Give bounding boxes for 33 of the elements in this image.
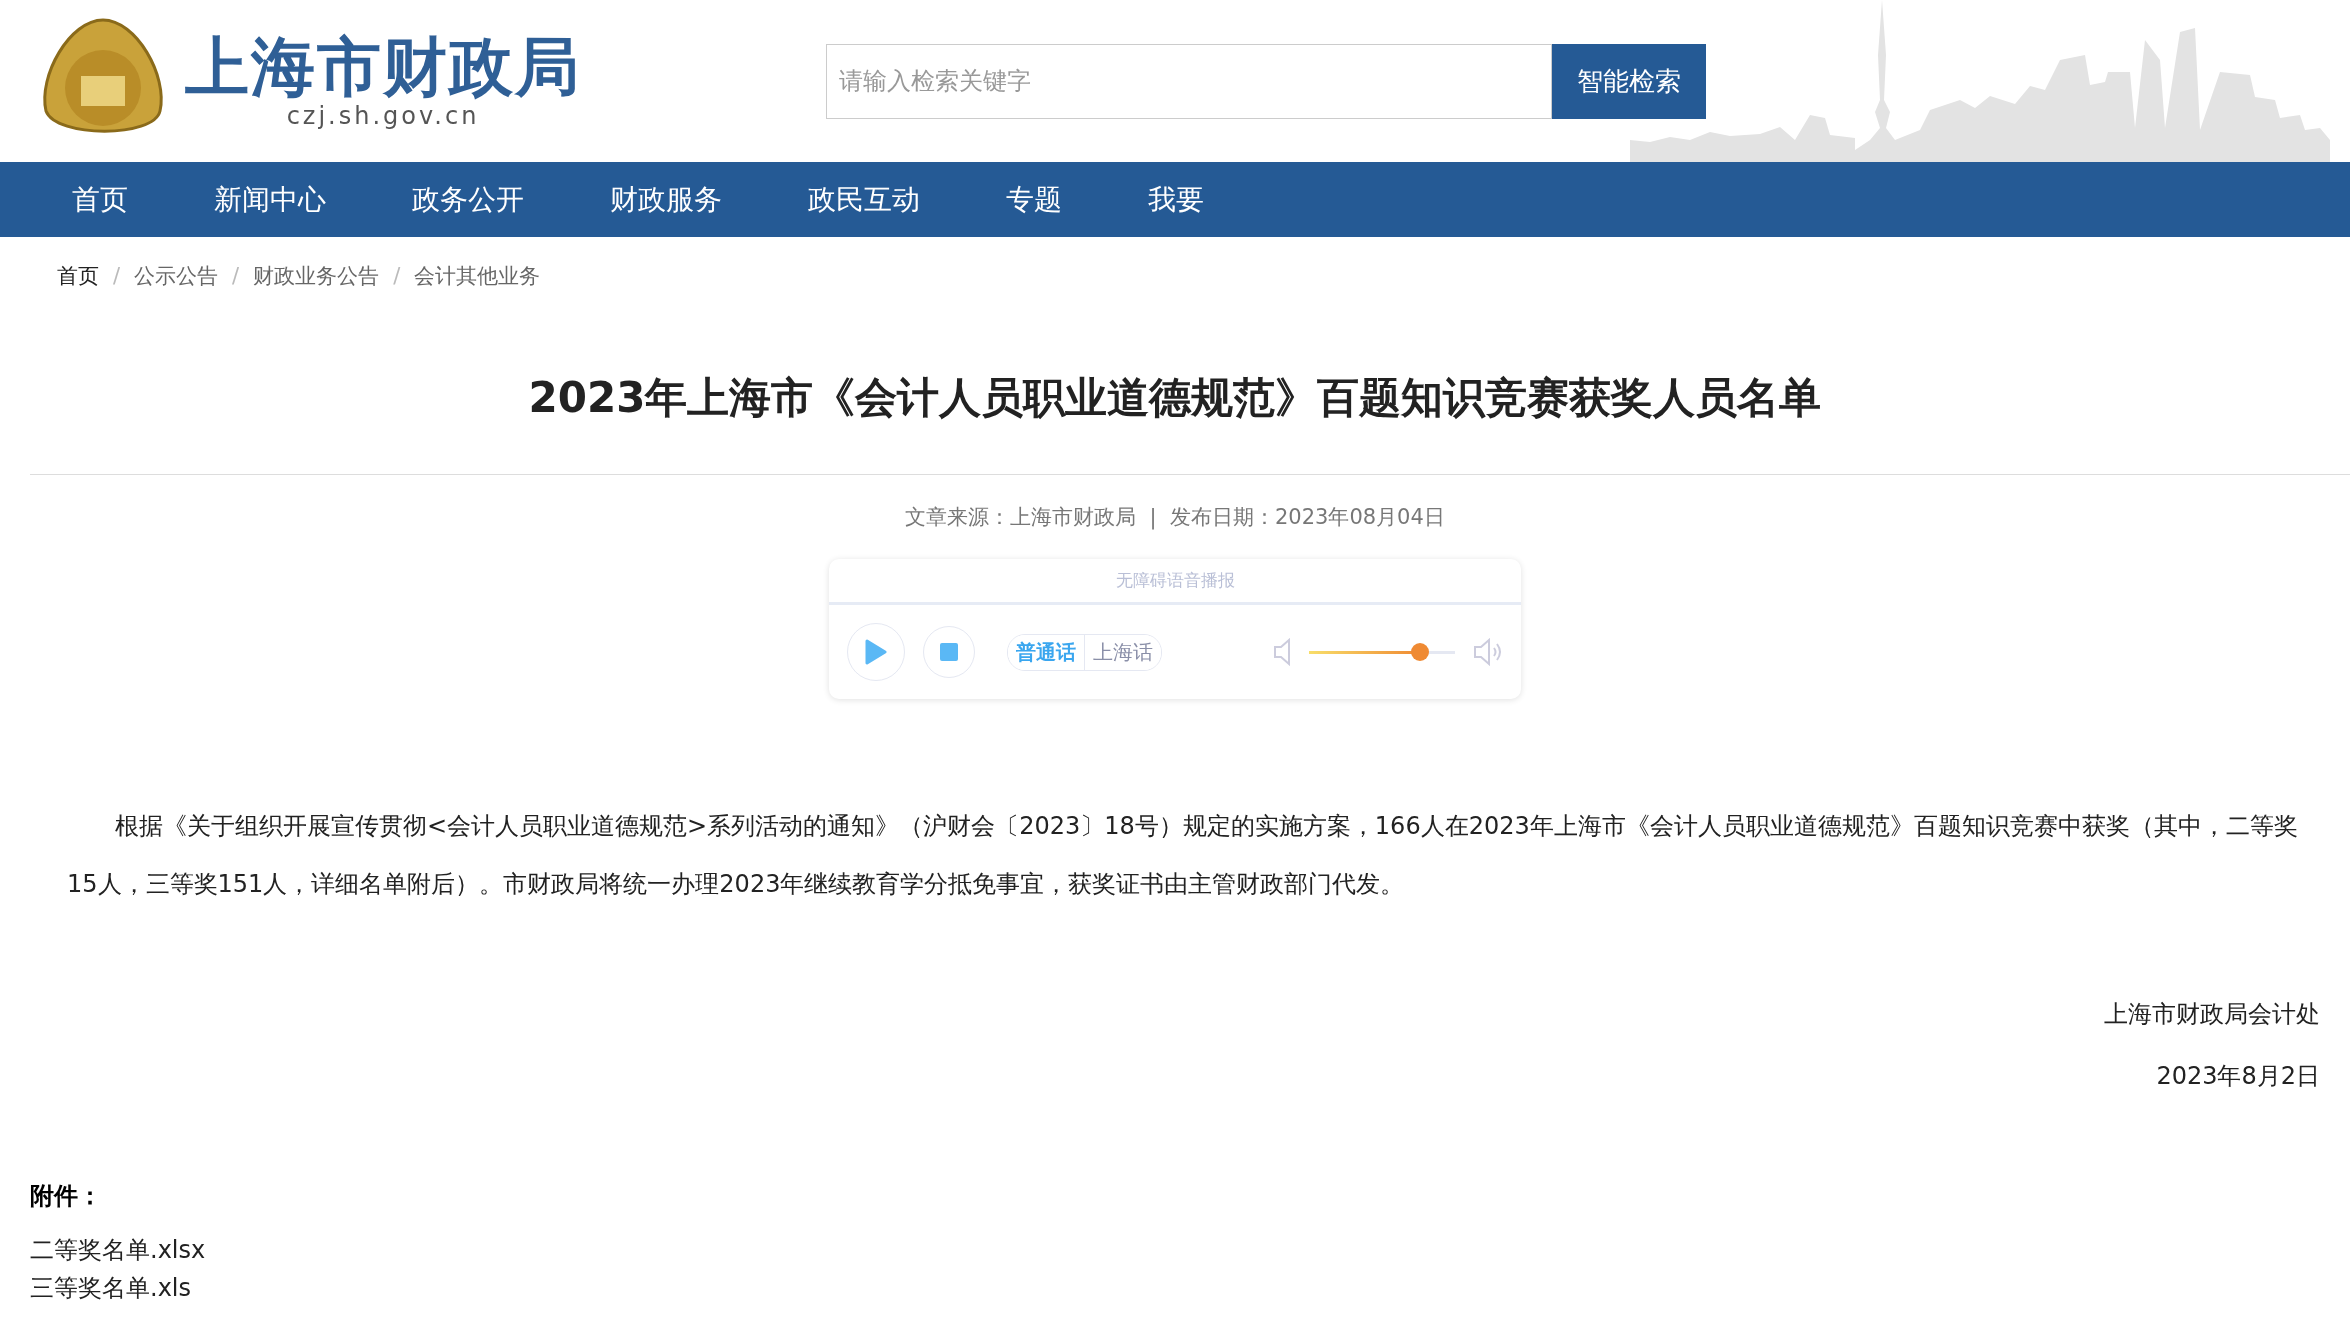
breadcrumb-separator: /	[232, 263, 240, 288]
play-icon	[865, 639, 887, 665]
site-name: 上海市财政局	[185, 31, 581, 103]
breadcrumb-link[interactable]: 公示公告	[134, 261, 219, 290]
stop-icon	[940, 643, 958, 661]
nav-item[interactable]: 政民互动	[786, 180, 964, 219]
stop-button[interactable]	[923, 626, 975, 678]
article-paragraph: 根据《关于组织开展宣传贯彻<会计人员职业道德规范>系列活动的通知》（沪财会〔2023〕18号）规定的实施方案，166人在2023年上海市《会计人员职业道德规范》百题知识竞赛中获奖（其中，二等奖15人，三等奖151人，详细名单附后）。市财政局将统一办理2023年继续教育学分抵免事宜，获奖证书由主管财政部门代发。	[67, 811, 2299, 900]
signature-line: 上海市财政局会计处	[2103, 999, 2320, 1030]
nav-item[interactable]: 专题	[984, 180, 1106, 219]
nav-item[interactable]: 财政服务	[588, 180, 766, 219]
nav-item[interactable]: 首页	[50, 180, 172, 219]
volume-low-icon	[1273, 638, 1291, 666]
player-title: 无障碍语音播报	[829, 559, 1521, 605]
attachment-link[interactable]: 二等奖名单.xlsx	[30, 1234, 2350, 1266]
nav-item[interactable]: 新闻中心	[192, 180, 370, 219]
breadcrumb-separator: /	[393, 263, 401, 288]
breadcrumb-link[interactable]: 财政业务公告	[253, 261, 380, 290]
attachment-link[interactable]: 三等奖名单.xls	[30, 1272, 2350, 1304]
site-domain: czj.sh.gov.cn	[286, 102, 480, 131]
signature-line: 2023年8月2日	[2155, 1061, 2320, 1092]
attachments-label: 附件：	[30, 1181, 103, 1212]
search-field[interactable]: 请输入检索关键字	[826, 43, 1552, 119]
volume-high-icon	[1473, 638, 1503, 666]
volume-thumb[interactable]	[1410, 643, 1429, 661]
breadcrumb-separator: /	[113, 263, 121, 288]
article-title: 2023年上海市《会计人员职业道德规范》百题知识竞赛获奖人员名单	[527, 372, 1823, 424]
breadcrumb-link[interactable]: 首页	[57, 261, 99, 290]
article-meta: 文章来源：上海市财政局 | 发布日期：2023年08月04日	[904, 504, 1446, 531]
nav-item[interactable]: 我要	[1126, 180, 1248, 219]
nav-item[interactable]: 政务公开	[390, 180, 568, 219]
breadcrumb-link[interactable]: 会计其他业务	[414, 261, 541, 290]
search-button[interactable]: 智能检索	[1552, 43, 1706, 119]
